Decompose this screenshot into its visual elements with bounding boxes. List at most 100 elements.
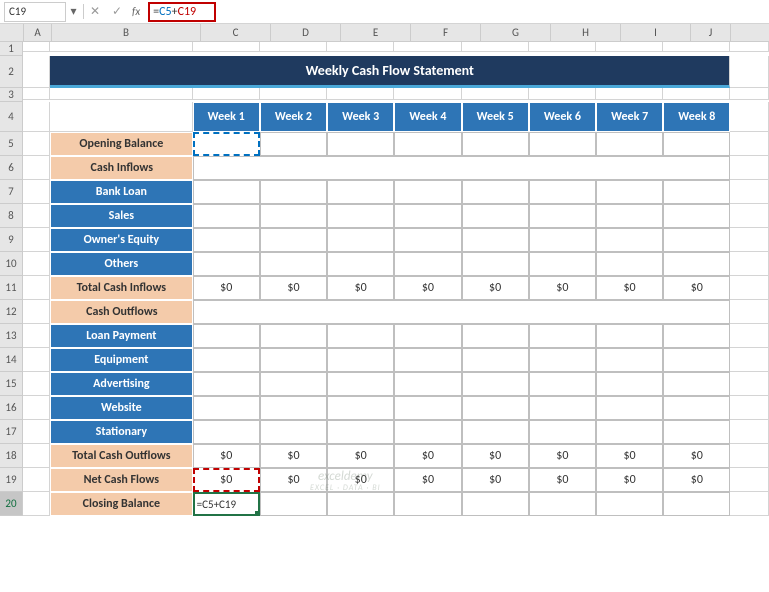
cell-data-r13-w8[interactable] (663, 324, 730, 348)
cell[interactable] (730, 252, 769, 276)
row-label-r13[interactable]: Loan Payment (50, 324, 193, 348)
cell-blank[interactable] (23, 468, 50, 492)
cell-data-r14-w8[interactable] (663, 348, 730, 372)
row-header-8[interactable]: 8 (0, 204, 23, 228)
cell-data-r17-w5[interactable] (462, 420, 529, 444)
cell-data-r14-w6[interactable] (529, 348, 596, 372)
cell-data-r17-w1[interactable] (193, 420, 260, 444)
row-label-r19[interactable]: Net Cash Flows (50, 468, 193, 492)
cell-data-r9-w5[interactable] (462, 228, 529, 252)
cell[interactable] (193, 42, 260, 52)
cell-data-r16-w3[interactable] (327, 396, 394, 420)
cell[interactable] (50, 42, 193, 52)
row-header-19[interactable]: 19 (0, 468, 23, 492)
cell[interactable] (260, 42, 327, 52)
cell[interactable] (730, 324, 769, 348)
cell-data-r10-w4[interactable] (394, 252, 461, 276)
cell-data-r10-w1[interactable] (193, 252, 260, 276)
row-header-4[interactable]: 4 (0, 102, 23, 132)
row-header-13[interactable]: 13 (0, 324, 23, 348)
cell[interactable] (730, 468, 769, 492)
cell-data-r17-w3[interactable] (327, 420, 394, 444)
cell-data-r7-w8[interactable] (663, 180, 730, 204)
cell-data-r15-w4[interactable] (394, 372, 461, 396)
cell-data-r16-w8[interactable] (663, 396, 730, 420)
cell-blank[interactable] (23, 132, 50, 156)
cell[interactable] (327, 88, 394, 100)
cell-data-r15-w5[interactable] (462, 372, 529, 396)
cell-data-r20-w5[interactable] (462, 492, 529, 516)
row-header-11[interactable]: 11 (0, 276, 23, 300)
select-all-corner[interactable] (0, 24, 24, 41)
cell-data-r11-w2[interactable]: $0 (260, 276, 327, 300)
row-header-15[interactable]: 15 (0, 372, 23, 396)
cell-data-r20-w2[interactable] (260, 492, 327, 516)
cell-data-r7-w6[interactable] (529, 180, 596, 204)
cell-data-r17-w2[interactable] (260, 420, 327, 444)
cell-blank[interactable] (23, 300, 50, 324)
col-header-B[interactable]: B (52, 24, 201, 41)
cancel-icon[interactable]: ✕ (84, 4, 106, 19)
cell-data-r7-w1[interactable] (193, 180, 260, 204)
cell-data-r16-w7[interactable] (596, 396, 663, 420)
cell-data-r19-w8[interactable]: $0 (663, 468, 730, 492)
cell-data-r11-w5[interactable]: $0 (462, 276, 529, 300)
cell-data-r15-w2[interactable] (260, 372, 327, 396)
cell-data-r7-w7[interactable] (596, 180, 663, 204)
cell-blank[interactable] (23, 372, 50, 396)
cell-data-r15-w8[interactable] (663, 372, 730, 396)
col-header-E[interactable]: E (341, 24, 411, 41)
cell-data-r18-w3[interactable]: $0 (327, 444, 394, 468)
cell[interactable] (394, 88, 461, 100)
col-header-C[interactable]: C (201, 24, 271, 41)
cell-data-r19-w1[interactable]: $0 (193, 468, 260, 492)
row-header-6[interactable]: 6 (0, 156, 23, 180)
cell-data-r8-w4[interactable] (394, 204, 461, 228)
cell-blank[interactable] (23, 420, 50, 444)
cell[interactable] (529, 88, 596, 100)
cell-blank[interactable] (23, 88, 50, 100)
row-label-r20[interactable]: Closing Balance (50, 492, 193, 516)
cell-data-r18-w7[interactable]: $0 (596, 444, 663, 468)
cell[interactable] (663, 88, 730, 100)
row-header-5[interactable]: 5 (0, 132, 23, 156)
cell-data-r8-w2[interactable] (260, 204, 327, 228)
cell[interactable] (730, 228, 769, 252)
cell-data-r9-w7[interactable] (596, 228, 663, 252)
cell-data-r19-w6[interactable]: $0 (529, 468, 596, 492)
cell[interactable] (529, 42, 596, 52)
cell-data-r7-w5[interactable] (462, 180, 529, 204)
week-header-8[interactable]: Week 8 (663, 102, 730, 132)
cell-data-r19-w4[interactable]: $0 (394, 468, 461, 492)
cell-blank[interactable] (23, 324, 50, 348)
cell-data-r15-w3[interactable] (327, 372, 394, 396)
cell[interactable] (663, 42, 730, 52)
enter-icon[interactable]: ✓ (106, 4, 128, 19)
cell-data-r9-w2[interactable] (260, 228, 327, 252)
cell-data-r17-w7[interactable] (596, 420, 663, 444)
cell-data-r16-w2[interactable] (260, 396, 327, 420)
cell-data-r14-w4[interactable] (394, 348, 461, 372)
cell-data-r8-w5[interactable] (462, 204, 529, 228)
cell[interactable] (50, 102, 193, 132)
name-box[interactable]: C19 (4, 2, 66, 22)
cell-data-r10-w6[interactable] (529, 252, 596, 276)
week-header-5[interactable]: Week 5 (462, 102, 529, 132)
cell[interactable] (730, 300, 769, 324)
cell-data-r14-w7[interactable] (596, 348, 663, 372)
cell-data-r11-w4[interactable]: $0 (394, 276, 461, 300)
week-header-1[interactable]: Week 1 (193, 102, 260, 132)
cell[interactable] (730, 88, 769, 100)
cell-data-r13-w2[interactable] (260, 324, 327, 348)
cell-data-r19-w5[interactable]: $0 (462, 468, 529, 492)
formula-input[interactable]: =C5+C19 (144, 2, 769, 22)
cell-data-r13-w3[interactable] (327, 324, 394, 348)
row-header-16[interactable]: 16 (0, 396, 23, 420)
cell-data-r19-w7[interactable]: $0 (596, 468, 663, 492)
cell[interactable] (730, 204, 769, 228)
active-cell-c20[interactable]: =C5+C19 (193, 492, 260, 516)
cell-blank[interactable] (23, 180, 50, 204)
title-cell[interactable]: Weekly Cash Flow Statement (50, 56, 730, 88)
cell-data-r8-w7[interactable] (596, 204, 663, 228)
row-header-9[interactable]: 9 (0, 228, 23, 252)
